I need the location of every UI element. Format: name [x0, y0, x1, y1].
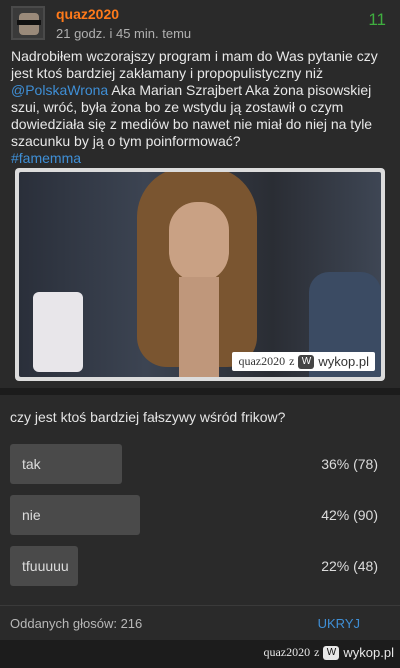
- poll-footer: Oddanych głosów: 216 UKRYJ: [0, 605, 400, 641]
- post-text-part1: Nadrobiłem wczorajszy program i mam do W…: [11, 48, 378, 81]
- user-mention-link[interactable]: @PolskaWrona: [11, 82, 108, 98]
- footer-watermark-user: quaz2020: [263, 645, 311, 659]
- entry-post: quaz2020 21 godz. i 45 min. temu 11 Nadr…: [0, 0, 400, 388]
- watermark-separator: z: [289, 354, 295, 368]
- author-username[interactable]: quaz2020: [56, 6, 119, 22]
- post-body: Nadrobiłem wczorajszy program i mam do W…: [11, 48, 389, 167]
- footer-watermark: quaz2020 z W wykop.pl: [263, 645, 394, 660]
- post-timestamp[interactable]: 21 godz. i 45 min. temu: [56, 26, 191, 41]
- avatar-glasses: [17, 20, 41, 25]
- embedded-image[interactable]: quaz2020 z W wykop.pl: [15, 168, 385, 381]
- hide-poll-button[interactable]: UKRYJ: [318, 616, 360, 631]
- poll-question: czy jest ktoś bardziej fałszywy wśród fr…: [10, 409, 286, 425]
- photo-neck: [179, 277, 219, 377]
- poll-option-label: nie: [22, 507, 41, 523]
- footer-watermark-separator: z: [314, 645, 320, 659]
- poll-option-label: tak: [22, 456, 41, 472]
- poll-survey: czy jest ktoś bardziej fałszywy wśród fr…: [0, 395, 400, 640]
- poll-option-result: 36% (78): [321, 456, 378, 472]
- poll-option[interactable]: nie 42% (90): [10, 495, 390, 535]
- wykop-logo-icon: W: [298, 354, 315, 369]
- poll-option-result: 22% (48): [321, 558, 378, 574]
- poll-option-result: 42% (90): [321, 507, 378, 523]
- photo: quaz2020 z W wykop.pl: [19, 172, 381, 377]
- photo-face: [169, 202, 229, 282]
- poll-option-label: tfuuuuu: [22, 558, 69, 574]
- photo-background-person-left: [33, 292, 83, 372]
- poll-option[interactable]: tfuuuuu 22% (48): [10, 546, 390, 586]
- watermark-site: wykop.pl: [318, 354, 369, 369]
- vote-count[interactable]: 11: [368, 10, 386, 30]
- image-watermark: quaz2020 z W wykop.pl: [232, 352, 375, 371]
- hashtag-link[interactable]: #famemma: [11, 150, 81, 166]
- wykop-logo-icon: W: [323, 645, 340, 660]
- footer-watermark-site: wykop.pl: [343, 645, 394, 660]
- poll-option[interactable]: tak 36% (78): [10, 444, 390, 484]
- watermark-user: quaz2020: [238, 354, 286, 368]
- avatar[interactable]: [11, 6, 45, 40]
- poll-total-votes: Oddanych głosów: 216: [10, 616, 143, 631]
